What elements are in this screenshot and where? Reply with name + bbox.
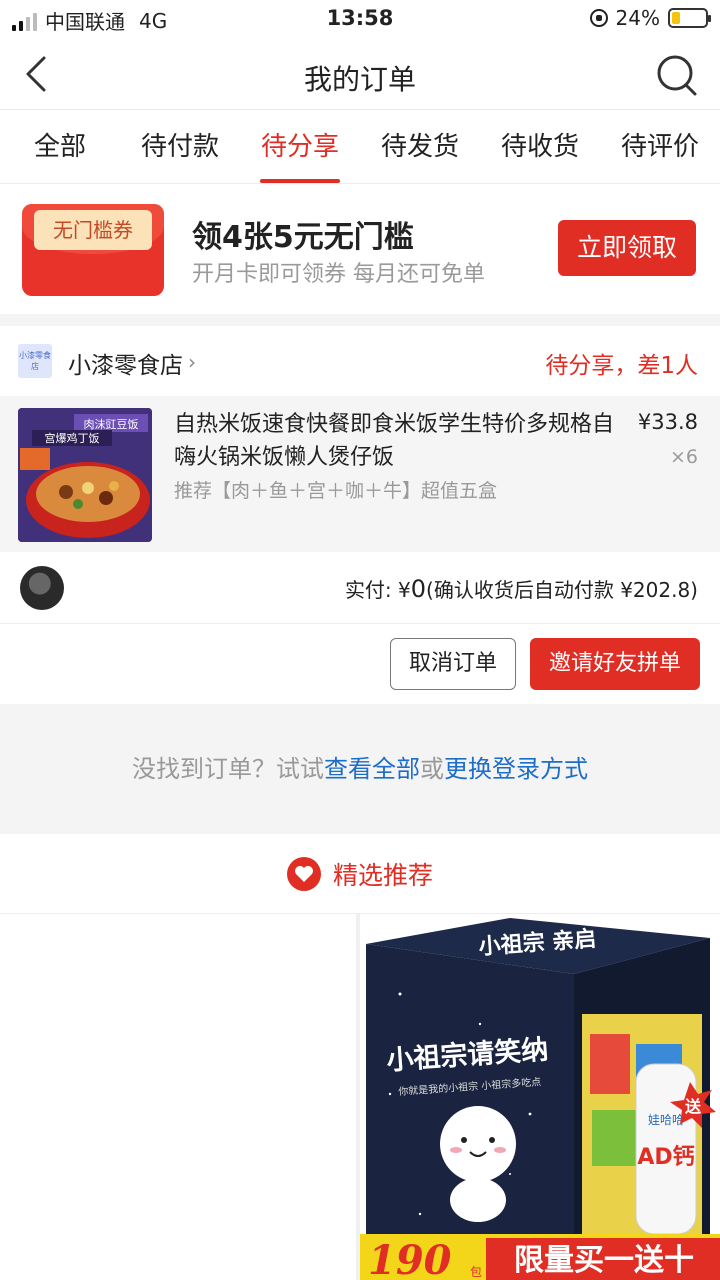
order-item[interactable]: 肉沫豇豆饭 宫爆鸡丁饭 自热米饭速食快餐即食米饭学生特价多规格自嗨火锅米饭懒人煲…	[0, 396, 720, 552]
product-grid: 小祖宗 亲启 小祖宗请笑纳 你就是我的小祖宗 小祖宗多吃点 娃哈哈 AD钙 送 …	[0, 914, 720, 1280]
tab-5[interactable]: 待评价	[600, 110, 720, 183]
payment-row: 实付: ¥0(确认收货后自动付款 ¥202.8)	[0, 552, 720, 624]
thumb-text-top: 肉沫豇豆饭	[84, 418, 139, 431]
shop-row[interactable]: 小漆零食店 小漆零食店 › 待分享，差1人	[0, 326, 720, 396]
order-tabs: 全部 待付款 待分享 待发货 待收货 待评价	[0, 110, 720, 184]
cancel-order-button[interactable]: 取消订单	[390, 638, 516, 690]
red-envelope-icon: 无门槛券	[22, 204, 164, 296]
tab-3[interactable]: 待发货	[360, 110, 480, 183]
promo-title: 领4张5元无门槛	[192, 220, 414, 255]
tab-1[interactable]: 待付款	[120, 110, 240, 183]
order-card: 小漆零食店 小漆零食店 › 待分享，差1人 肉沫豇豆饭 宫爆鸡丁饭 自热米饭速食…	[0, 326, 720, 704]
order-not-found-hint: 没找到订单？试试查看全部或更换登录方式	[0, 704, 720, 834]
avatar	[20, 566, 64, 610]
product-thumbnail: 肉沫豇豆饭 宫爆鸡丁饭	[18, 408, 152, 542]
gift-text: 送	[684, 1097, 702, 1116]
product-quantity: ×6	[669, 446, 698, 468]
product-name: 自热米饭速食快餐即食米饭学生特价多规格自嗨火锅米饭懒人煲仔饭	[174, 412, 615, 470]
status-right: 24%	[589, 6, 711, 30]
search-icon[interactable]	[656, 54, 698, 96]
order-status: 待分享，差1人	[545, 353, 698, 379]
tab-0[interactable]: 全部	[0, 110, 120, 183]
product-price: ¥33.8	[637, 410, 698, 434]
view-all-link[interactable]: 查看全部	[324, 755, 420, 783]
nav-bar: 我的订单	[0, 40, 720, 110]
hint-prefix: 没找到订单？试试	[132, 755, 324, 783]
order-actions: 取消订单 邀请好友拼单	[0, 624, 720, 704]
status-bar: 中国联通 4G 13:58 24%	[0, 0, 720, 40]
hint-middle: 或	[420, 755, 444, 783]
page-title: 我的订单	[303, 63, 416, 96]
product-image: 小祖宗 亲启 小祖宗请笑纳 你就是我的小祖宗 小祖宗多吃点 娃哈哈 AD钙 送 …	[360, 914, 720, 1280]
battery-icon	[668, 8, 711, 28]
product-card-right[interactable]: 小祖宗 亲启 小祖宗请笑纳 你就是我的小祖宗 小祖宗多吃点 娃哈哈 AD钙 送 …	[360, 914, 720, 1280]
promo-text: 限量买一送十	[514, 1243, 694, 1278]
product-spec: 推荐【肉＋鱼＋宫＋咖＋牛】超值五盒	[174, 480, 498, 502]
thumb-text-mid: 宫爆鸡丁饭	[45, 431, 100, 445]
promo-subtitle: 开月卡即可领券 每月还可免单	[192, 262, 485, 287]
paid-amount: 0	[410, 575, 427, 603]
shop-logo: 小漆零食店	[18, 344, 52, 378]
price-number: 190	[368, 1237, 452, 1280]
tab-4[interactable]: 待收货	[480, 110, 600, 183]
rotation-lock-icon	[589, 9, 608, 27]
drink-label-text: 娃哈哈	[648, 1113, 684, 1127]
product-card-left[interactable]	[0, 914, 356, 1280]
recommend-title: 精选推荐	[332, 860, 433, 890]
heart-icon	[286, 856, 321, 891]
paid-note: (确认收货后自动付款 ¥202.8)	[426, 578, 698, 602]
claim-coupon-button[interactable]: 立即领取	[558, 220, 696, 276]
coupon-label: 无门槛券	[34, 210, 152, 250]
tab-2[interactable]: 待分享	[240, 110, 360, 183]
coupon-promo-banner[interactable]: 无门槛券 领4张5元无门槛 开月卡即可领券 每月还可免单 立即领取	[0, 184, 720, 314]
paid-label: 实付: ¥	[344, 578, 411, 602]
drink-ad-text: AD钙	[637, 1145, 694, 1170]
price-unit: 包	[470, 1265, 482, 1279]
recommend-header: 精选推荐	[0, 834, 720, 914]
payment-summary: 实付: ¥0(确认收货后自动付款 ¥202.8)	[345, 574, 698, 603]
shop-name[interactable]: 小漆零食店	[68, 346, 183, 380]
change-login-link[interactable]: 更换登录方式	[444, 755, 588, 783]
chevron-right-icon: ›	[188, 350, 196, 374]
invite-friends-button[interactable]: 邀请好友拼单	[530, 638, 700, 690]
battery-percent: 24%	[615, 6, 660, 30]
